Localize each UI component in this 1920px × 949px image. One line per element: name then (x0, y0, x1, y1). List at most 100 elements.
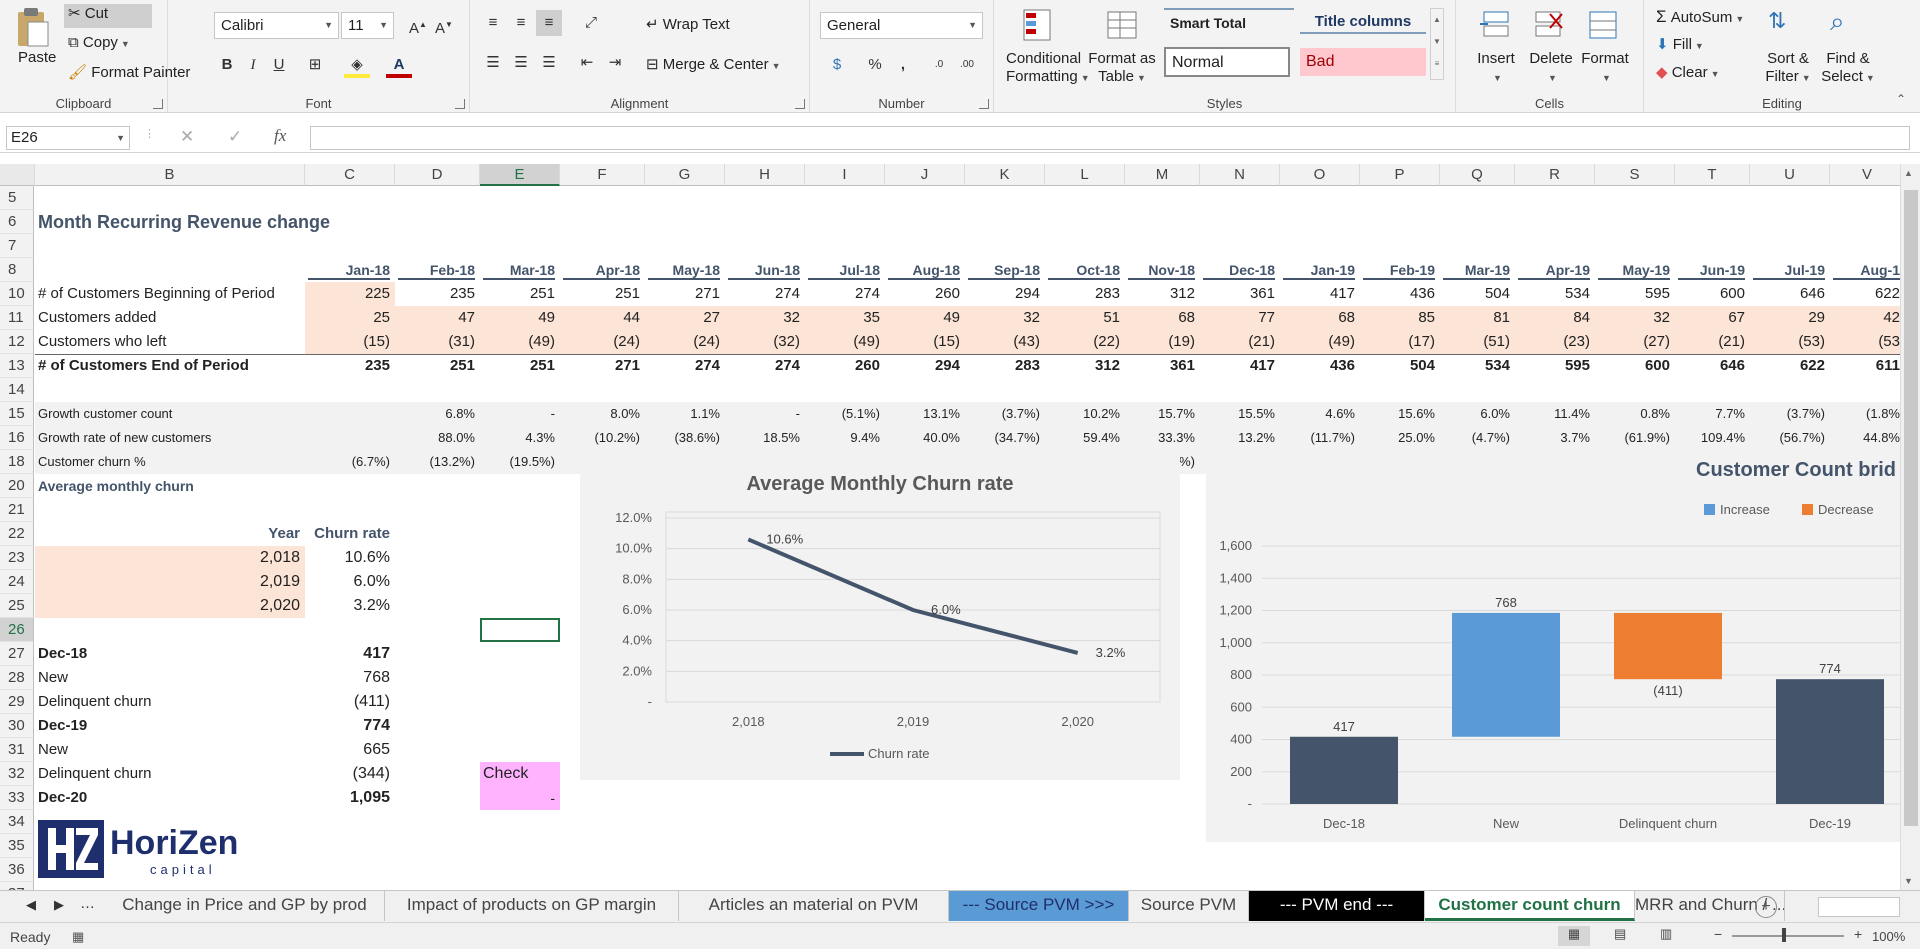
growth-cell[interactable]: (5.1%) (808, 402, 880, 426)
data-cell[interactable]: 260 (808, 354, 880, 378)
accounting-icon[interactable]: $ (824, 52, 850, 78)
format-button[interactable]: Format ▼ (1580, 50, 1630, 87)
growth-cell[interactable]: (13.2%) (398, 450, 475, 474)
bridge-value[interactable]: 417 (308, 642, 390, 666)
font-launcher-icon[interactable] (455, 99, 465, 109)
tab-scroll-left-icon[interactable]: ◀ (26, 897, 36, 913)
data-cell[interactable]: (21) (1678, 330, 1745, 354)
delete-button[interactable]: Delete ▼ (1528, 50, 1574, 87)
row-header-11[interactable]: 11 (0, 306, 34, 330)
data-cell[interactable]: 49 (483, 306, 555, 330)
data-cell[interactable]: (22) (1048, 330, 1120, 354)
row-header-25[interactable]: 25 (0, 594, 34, 618)
row-header-24[interactable]: 24 (0, 570, 34, 594)
growth-cell[interactable]: 13.1% (888, 402, 960, 426)
enter-icon[interactable]: ✓ (228, 127, 242, 147)
data-cell[interactable]: (53 (1833, 330, 1900, 354)
column-header-r[interactable]: R (1515, 164, 1595, 186)
insert-button[interactable]: Insert ▼ (1476, 50, 1516, 87)
row-header-10[interactable]: 10 (0, 282, 34, 306)
sheet-tab[interactable]: Impact of products on GP margin (385, 891, 679, 921)
data-cell[interactable]: 68 (1128, 306, 1195, 330)
data-cell[interactable]: 600 (1598, 354, 1670, 378)
growth-cell[interactable]: 88.0% (398, 426, 475, 450)
data-cell[interactable]: (17) (1363, 330, 1435, 354)
borders-icon[interactable]: ⊞ (302, 52, 328, 78)
data-cell[interactable]: 251 (563, 282, 640, 306)
column-header-q[interactable]: Q (1440, 164, 1515, 186)
growth-cell[interactable]: - (483, 402, 555, 426)
data-cell[interactable]: 25 (308, 306, 390, 330)
growth-cell[interactable]: 8.0% (563, 402, 640, 426)
growth-cell[interactable]: 7.7% (1678, 402, 1745, 426)
sort-filter-button[interactable]: Sort & Filter ▼ (1762, 50, 1814, 87)
bridge-value[interactable]: 1,095 (308, 786, 390, 810)
paste-icon[interactable] (14, 6, 58, 50)
sheet-tab[interactable]: --- Source PVM >>> (949, 891, 1129, 921)
bridge-value[interactable]: 665 (308, 738, 390, 762)
format-as-table-button[interactable]: Format as Table ▼ (1088, 50, 1156, 87)
growth-cell[interactable]: 9.4% (808, 426, 880, 450)
data-cell[interactable]: (15) (888, 330, 960, 354)
data-cell[interactable]: 294 (968, 282, 1040, 306)
bridge-bar[interactable] (1452, 612, 1560, 737)
data-cell[interactable]: (19) (1128, 330, 1195, 354)
percent-button[interactable]: % (862, 52, 888, 78)
growth-cell[interactable]: 11.4% (1518, 402, 1590, 426)
cancel-icon[interactable]: ✕ (180, 127, 194, 147)
data-cell[interactable]: 274 (728, 282, 800, 306)
data-cell[interactable]: 294 (888, 354, 960, 378)
number-format-combo[interactable]: General ▼ (820, 12, 983, 39)
vertical-scrollbar[interactable]: ▲ ▼ (1900, 164, 1920, 890)
year-cell[interactable]: 2,019 (38, 570, 300, 594)
column-header-e[interactable]: E (480, 164, 560, 186)
check-value[interactable]: - (483, 786, 555, 810)
row-header-26[interactable]: 26 (0, 618, 34, 642)
column-header-m[interactable]: M (1125, 164, 1200, 186)
data-cell[interactable]: (31) (398, 330, 475, 354)
page-layout-view-icon[interactable]: ▤ (1614, 926, 1626, 942)
align-bottom-icon[interactable]: ≡ (536, 10, 562, 36)
year-cell[interactable]: 2,020 (38, 594, 300, 618)
macro-record-icon[interactable]: ▦ (72, 929, 84, 945)
data-cell[interactable]: 29 (1753, 306, 1825, 330)
normal-view-icon[interactable]: ▦ (1558, 926, 1590, 946)
add-sheet-icon[interactable]: + (1755, 896, 1777, 918)
growth-cell[interactable]: (34.7%) (968, 426, 1040, 450)
churn-rate-line[interactable] (747, 537, 1079, 655)
row-header-20[interactable]: 20 (0, 474, 34, 498)
align-right-icon[interactable]: ☰ (536, 50, 562, 76)
growth-cell[interactable]: 40.0% (888, 426, 960, 450)
bridge-bar[interactable] (1290, 736, 1398, 804)
clipboard-launcher-icon[interactable] (153, 99, 163, 109)
growth-cell[interactable]: (10.2%) (563, 426, 640, 450)
row-header-15[interactable]: 15 (0, 402, 34, 426)
style-title-columns[interactable]: Title columns (1300, 8, 1426, 34)
align-middle-icon[interactable]: ≡ (508, 10, 534, 36)
column-header-o[interactable]: O (1280, 164, 1360, 186)
data-cell[interactable]: 622 (1753, 354, 1825, 378)
data-cell[interactable]: 44 (563, 306, 640, 330)
data-cell[interactable]: 251 (483, 282, 555, 306)
data-cell[interactable]: (53) (1753, 330, 1825, 354)
data-cell[interactable]: (49) (808, 330, 880, 354)
row-header-7[interactable]: 7 (0, 234, 34, 258)
styles-scroll-icon[interactable]: ▲ ▼ ≡ (1430, 8, 1444, 80)
data-cell[interactable]: 77 (1203, 306, 1275, 330)
horizontal-scrollbar[interactable] (1818, 897, 1900, 917)
align-top-icon[interactable]: ≡ (480, 10, 506, 36)
column-header-p[interactable]: P (1360, 164, 1440, 186)
data-cell[interactable]: (32) (728, 330, 800, 354)
row-header-30[interactable]: 30 (0, 714, 34, 738)
row-header-12[interactable]: 12 (0, 330, 34, 354)
column-header-i[interactable]: I (805, 164, 885, 186)
row-header-35[interactable]: 35 (0, 834, 34, 858)
row-header-32[interactable]: 32 (0, 762, 34, 786)
row-header-31[interactable]: 31 (0, 738, 34, 762)
data-cell[interactable]: 595 (1598, 282, 1670, 306)
growth-cell[interactable]: 6.8% (398, 402, 475, 426)
name-box[interactable]: E26 ▼ (6, 126, 130, 150)
data-cell[interactable]: 600 (1678, 282, 1745, 306)
data-cell[interactable]: 85 (1363, 306, 1435, 330)
row-header-36[interactable]: 36 (0, 858, 34, 882)
